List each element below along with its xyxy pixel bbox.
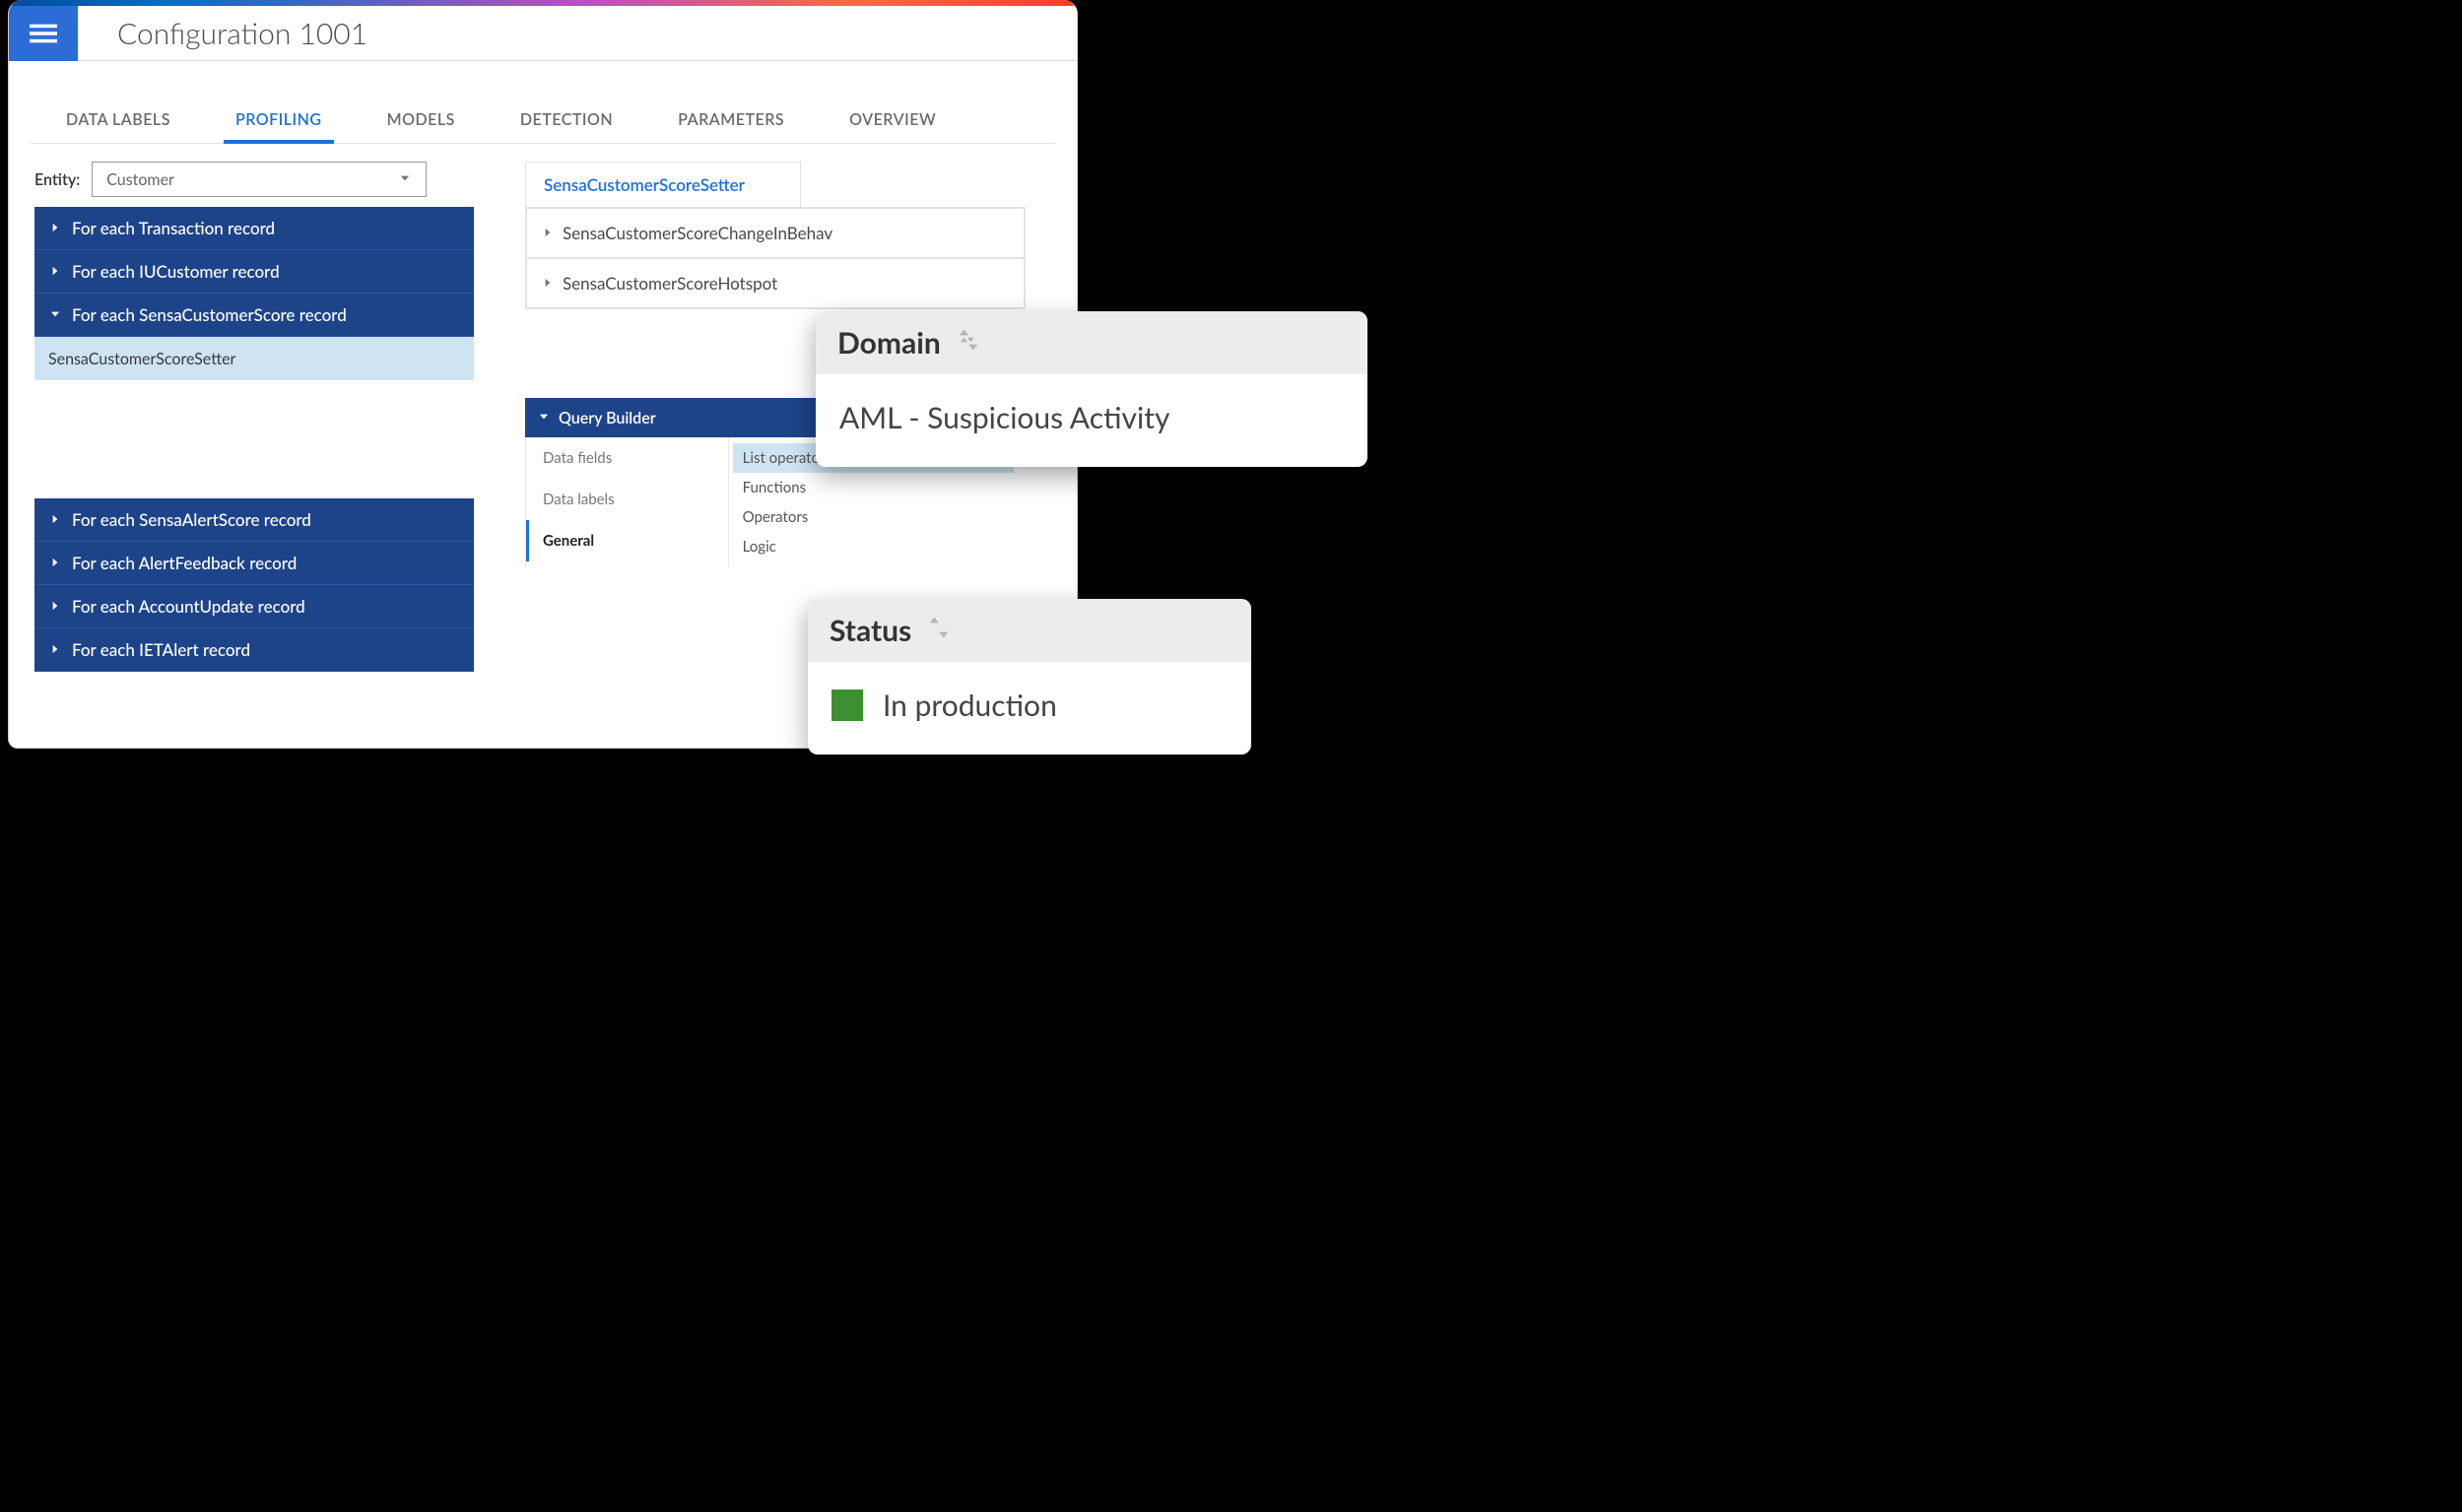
status-card: Status In production (808, 599, 1251, 755)
tab-bar: DATA LABELS PROFILING MODELS DETECTION P… (31, 93, 1055, 144)
tree-child-label: SensaCustomerScoreSetter (48, 350, 235, 368)
left-column: Entity: Customer For each Transac (31, 162, 474, 672)
tab-overview[interactable]: OVERVIEW (847, 100, 938, 143)
menu-button[interactable] (9, 6, 78, 61)
qb-category-datalabels[interactable]: Data labels (526, 479, 728, 520)
qb-category-list: Data fields Data labels General (525, 437, 729, 567)
chevron-down-icon (537, 409, 551, 427)
tree-row-accountupdate[interactable]: For each AccountUpdate record (34, 585, 474, 628)
tree-row-alertfeedback[interactable]: For each AlertFeedback record (34, 542, 474, 585)
tree-row-label: For each SensaCustomerScore record (72, 304, 347, 325)
status-card-header[interactable]: Status (808, 599, 1251, 662)
qb-item-functions[interactable]: Functions (733, 473, 1014, 502)
window-accent-bar (9, 0, 1077, 6)
hamburger-icon (30, 20, 57, 47)
tree-row-sensaalertscore[interactable]: For each SensaAlertScore record (34, 498, 474, 542)
chevron-right-icon (48, 218, 62, 238)
tree-child-setter[interactable]: SensaCustomerScoreSetter (34, 337, 474, 380)
chevron-right-icon (541, 223, 555, 243)
tab-data-labels[interactable]: DATA LABELS (64, 100, 172, 143)
chevron-right-icon (48, 553, 62, 573)
setter-row-label: SensaCustomerScoreChangeInBehav (563, 223, 832, 243)
setter-title[interactable]: SensaCustomerScoreSetter (525, 162, 801, 207)
tab-models[interactable]: MODELS (385, 100, 457, 143)
status-header-label: Status (830, 613, 911, 648)
status-value: In production (883, 688, 1057, 723)
setter-row-hotspot[interactable]: SensaCustomerScoreHotspot (526, 258, 1025, 308)
tree-spacer (34, 380, 474, 498)
sort-icon[interactable] (955, 325, 982, 361)
chevron-down-icon (398, 170, 412, 189)
tab-profiling[interactable]: PROFILING (233, 100, 324, 143)
status-color-swatch (832, 690, 863, 721)
qb-item-logic[interactable]: Logic (733, 532, 1014, 561)
sort-icon[interactable] (925, 613, 953, 648)
qb-category-datafields[interactable]: Data fields (526, 437, 728, 479)
entity-selected-value: Customer (106, 170, 174, 189)
chevron-right-icon (48, 596, 62, 617)
tree-row-label: For each AlertFeedback record (72, 553, 297, 573)
record-tree: For each Transaction record For each IUC… (34, 207, 474, 672)
domain-card: Domain AML - Suspicious Activity (816, 311, 1367, 467)
chevron-right-icon (48, 639, 62, 660)
tab-detection[interactable]: DETECTION (518, 100, 615, 143)
tree-row-label: For each AccountUpdate record (72, 596, 305, 617)
page-title: Configuration 1001 (78, 16, 367, 51)
qb-category-general[interactable]: General (526, 520, 728, 561)
domain-card-body: AML - Suspicious Activity (816, 374, 1367, 467)
setter-row-changeinbehav[interactable]: SensaCustomerScoreChangeInBehav (526, 208, 1025, 258)
chevron-right-icon (48, 261, 62, 282)
tree-row-sensacustomerscore[interactable]: For each SensaCustomerScore record (34, 294, 474, 337)
chevron-right-icon (541, 273, 555, 294)
tree-row-ietalert[interactable]: For each IETAlert record (34, 628, 474, 672)
tree-row-iucustomer[interactable]: For each IUCustomer record (34, 250, 474, 294)
query-builder-title: Query Builder (559, 409, 656, 427)
tree-row-label: For each IUCustomer record (72, 261, 280, 282)
chevron-down-icon (48, 304, 62, 325)
tree-row-label: For each Transaction record (72, 218, 275, 238)
qb-item-operators[interactable]: Operators (733, 502, 1014, 532)
chevron-right-icon (48, 509, 62, 530)
domain-value: AML - Suspicious Activity (839, 400, 1169, 435)
status-card-body: In production (808, 662, 1251, 755)
tree-row-label: For each SensaAlertScore record (72, 509, 311, 530)
app-header: Configuration 1001 (9, 6, 1077, 61)
entity-select[interactable]: Customer (92, 162, 427, 197)
domain-header-label: Domain (837, 325, 941, 361)
setter-row-label: SensaCustomerScoreHotspot (563, 273, 777, 294)
tree-row-label: For each IETAlert record (72, 639, 250, 660)
entity-label: Entity: (34, 170, 80, 189)
entity-row: Entity: Customer (34, 162, 474, 197)
tree-row-transaction[interactable]: For each Transaction record (34, 207, 474, 250)
domain-card-header[interactable]: Domain (816, 311, 1367, 374)
tab-parameters[interactable]: PARAMETERS (676, 100, 786, 143)
